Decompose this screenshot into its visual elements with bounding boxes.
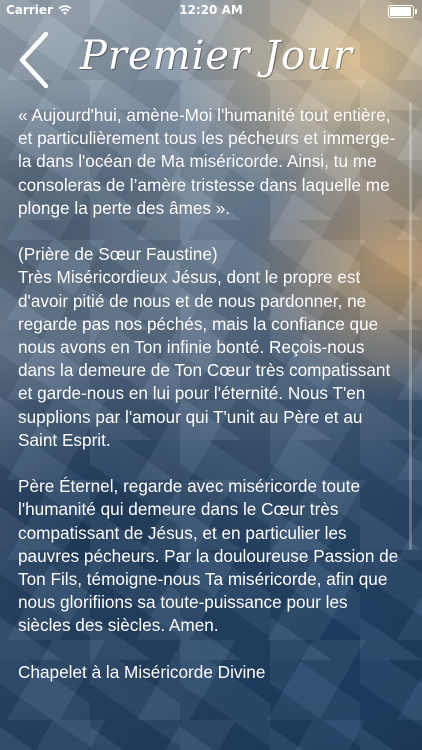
closing-line: Chapelet à la Miséricorde Divine xyxy=(18,661,266,682)
scroll-indicator[interactable] xyxy=(409,102,412,550)
navigation-bar: Premier Jour xyxy=(0,22,422,92)
back-button[interactable] xyxy=(14,30,54,90)
father-paragraph: Père Éternel, regarde avec miséricorde t… xyxy=(18,476,399,636)
prayer-heading: (Prière de Sœur Faustine) xyxy=(18,244,218,265)
status-bar: Carrier 12:20 AM xyxy=(0,0,422,22)
chevron-left-icon xyxy=(19,31,49,89)
battery-icon xyxy=(388,5,417,18)
prayer-paragraph: Très Miséricordieux Jésus, dont le propr… xyxy=(18,267,391,450)
text-content: « Aujourd'hui, amène-Moi l'humanité tout… xyxy=(18,104,402,750)
status-time: 12:20 AM xyxy=(179,3,243,17)
page-title: Premier Jour xyxy=(80,33,353,79)
intro-paragraph: « Aujourd'hui, amène-Moi l'humanité tout… xyxy=(18,105,396,218)
